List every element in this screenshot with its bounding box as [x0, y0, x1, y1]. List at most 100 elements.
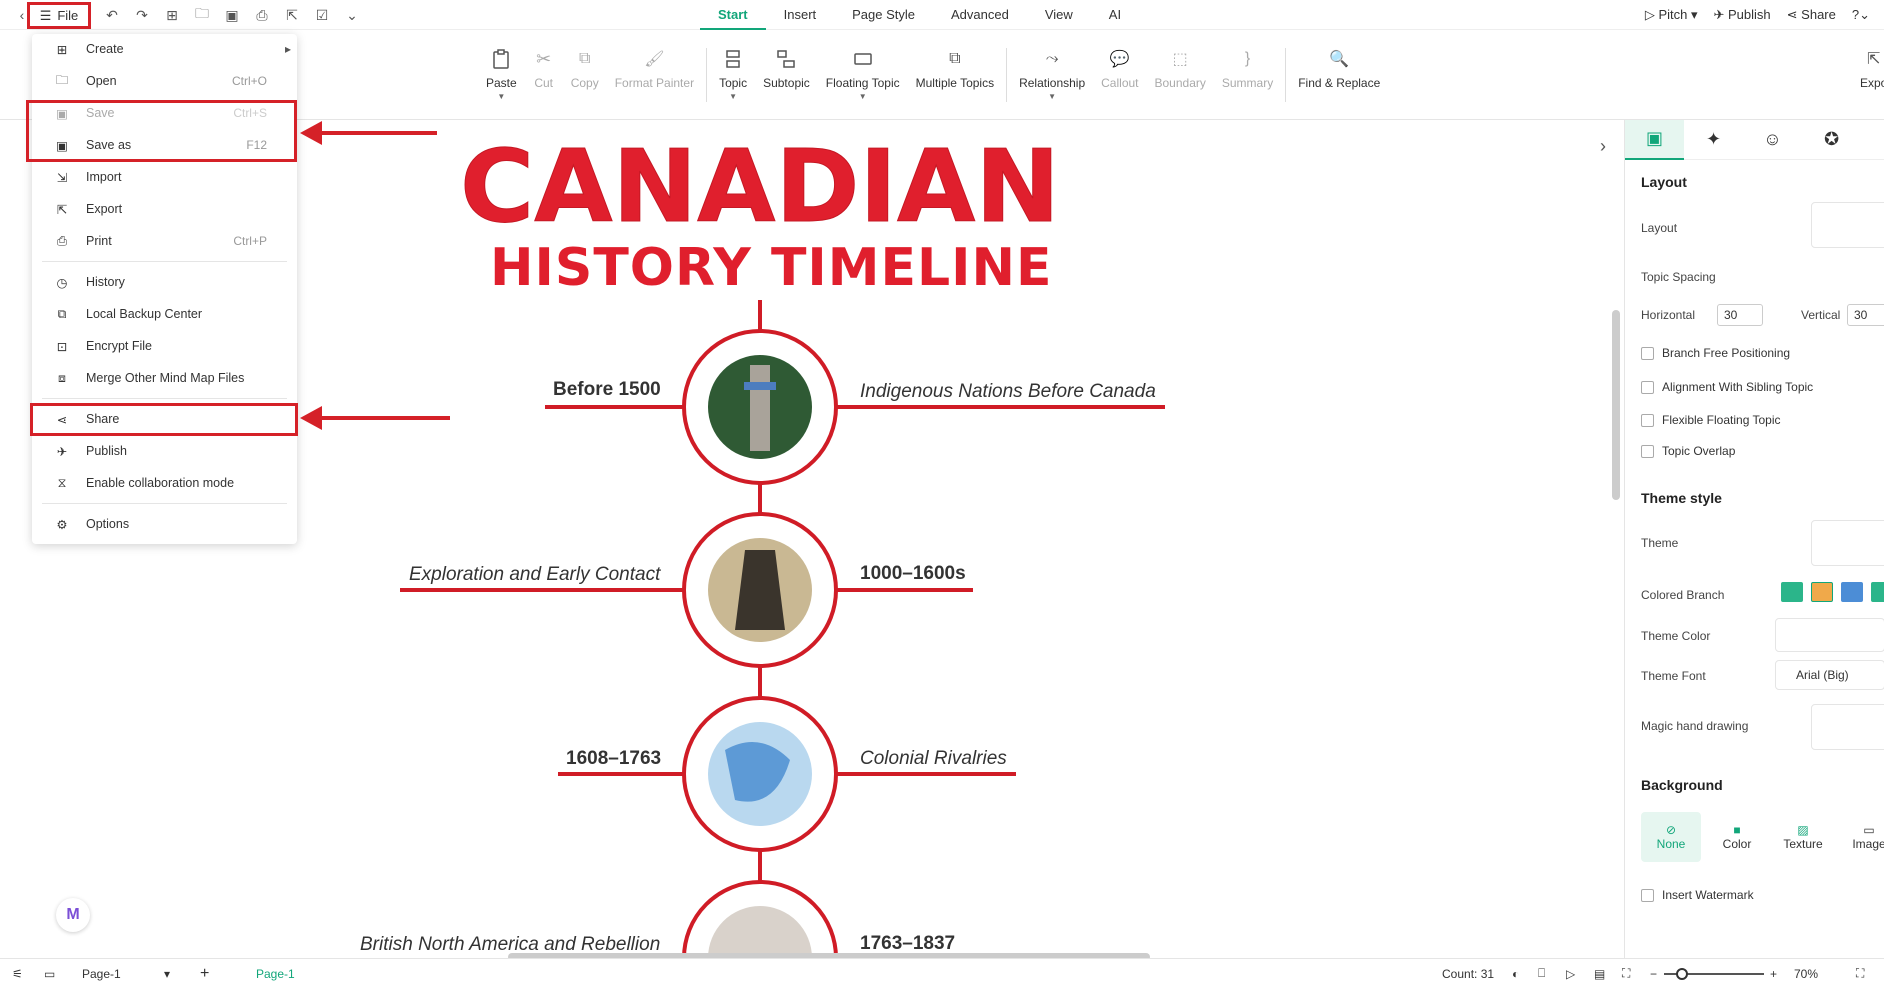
floating-topic-button[interactable]: Floating Topic ▼ — [818, 48, 908, 101]
open-folder-icon[interactable]: 🗀 — [190, 3, 214, 27]
menu-item-print[interactable]: ⎙ Print Ctrl+P — [32, 227, 297, 255]
print-icon: ⎙ — [56, 233, 67, 248]
menu-item-import[interactable]: ⇲ Import — [32, 163, 297, 191]
zoom-level[interactable]: 70% — [1794, 967, 1818, 981]
zoom-out-icon[interactable]: − — [1650, 967, 1657, 981]
redo-icon[interactable]: ↷ — [130, 3, 154, 27]
texture-icon: ▨ — [1797, 823, 1809, 837]
panel-toggle-icon[interactable]: ⚟ — [12, 967, 23, 981]
menu-item-export[interactable]: ⇱ Export — [32, 195, 297, 223]
branch-option[interactable] — [1781, 582, 1803, 602]
multiple-topics-button[interactable]: ⧉ Multiple Topics — [908, 48, 1002, 90]
timeline-topic-3[interactable]: Colonial Rivalries — [860, 748, 1007, 770]
theme-font-select[interactable]: Arial (Big) — [1775, 660, 1884, 690]
paste-button[interactable]: Paste ▼ — [478, 48, 525, 101]
find-replace-button[interactable]: 🔍 Find & Replace — [1290, 48, 1388, 90]
menu-item-encrypt[interactable]: ⊡ Encrypt File — [32, 332, 297, 360]
export-ribbon-button[interactable]: ⇱ Expo — [1852, 48, 1884, 90]
zoom-in-icon[interactable]: + — [1770, 967, 1777, 981]
page-tab-active[interactable]: Page-1 — [256, 967, 295, 981]
save-icon[interactable]: ▣ — [220, 3, 244, 27]
share-button[interactable]: ⋖ Share — [1787, 7, 1836, 23]
help-icon[interactable]: ?⌄ — [1852, 7, 1870, 23]
panel-tab-icon[interactable]: ☺ — [1743, 120, 1802, 160]
panel-expand-icon[interactable]: › — [1600, 136, 1606, 157]
branch-free-checkbox[interactable]: Branch Free Positioning — [1641, 346, 1790, 360]
cut-button[interactable]: ✂ Cut — [525, 48, 563, 91]
fit-icon[interactable]: ⛶ — [1622, 966, 1630, 981]
branch-option[interactable] — [1841, 582, 1863, 602]
book-icon[interactable]: ⎕ — [1538, 966, 1545, 981]
timeline-date-1[interactable]: Before 1500 — [553, 379, 661, 401]
undo-icon[interactable]: ↶ — [100, 3, 124, 27]
layout-selector[interactable] — [1811, 202, 1884, 248]
file-menu-button[interactable]: ☰ File — [27, 2, 91, 29]
copy-button[interactable]: ⧉ Copy — [563, 48, 607, 90]
panel-tab-theme[interactable]: ✪ — [1802, 120, 1861, 160]
subtopic-button[interactable]: Subtopic — [755, 48, 818, 90]
relationship-button[interactable]: ⤳ Relationship ▼ — [1011, 48, 1093, 101]
timeline-topic-1[interactable]: Indigenous Nations Before Canada — [860, 381, 1156, 403]
bg-color-button[interactable]: ■ Color — [1707, 812, 1767, 862]
bg-none-button[interactable]: ⊘ None — [1641, 812, 1701, 862]
menu-item-publish[interactable]: ✈ Publish — [32, 437, 297, 465]
pitch-button[interactable]: ▷ Pitch ▾ — [1645, 7, 1698, 23]
menu-item-merge[interactable]: ⧈ Merge Other Mind Map Files — [32, 364, 297, 392]
vertical-scrollbar[interactable] — [1612, 310, 1620, 500]
tab-insert[interactable]: Insert — [766, 0, 835, 30]
panel-tab-layout[interactable]: ▣ — [1625, 119, 1684, 160]
tab-page-style[interactable]: Page Style — [834, 0, 933, 30]
fullscreen-icon[interactable]: ⛶ — [1856, 966, 1864, 981]
flexible-floating-checkbox[interactable]: Flexible Floating Topic — [1641, 413, 1781, 427]
more-chevron-icon[interactable]: ⌄ — [340, 3, 364, 27]
tab-ai[interactable]: AI — [1091, 0, 1139, 30]
page-dropdown-chevron-icon[interactable]: ▾ — [164, 967, 170, 981]
bg-texture-button[interactable]: ▨ Texture — [1773, 812, 1833, 862]
vertical-spacing-input[interactable]: 30 — [1847, 304, 1884, 326]
check-icon[interactable]: ☑ — [310, 3, 334, 27]
align-sibling-checkbox[interactable]: Alignment With Sibling Topic — [1641, 380, 1813, 394]
theme-selector[interactable] — [1811, 520, 1884, 566]
timeline-topic-2[interactable]: Exploration and Early Contact — [409, 564, 660, 586]
menu-item-options[interactable]: ⚙ Options — [32, 510, 297, 538]
format-panel: ▣ ✦ ☺ ✪ Layout Layout Topic Spacing Hori… — [1624, 119, 1884, 958]
ai-assistant-icon[interactable]: M — [56, 898, 90, 932]
outline-icon[interactable]: ▤ — [1594, 967, 1605, 981]
horizontal-spacing-input[interactable]: 30 — [1717, 304, 1763, 326]
menu-item-backup[interactable]: ⧉ Local Backup Center — [32, 300, 297, 328]
theme-color-selector[interactable] — [1775, 618, 1884, 652]
format-painter-button[interactable]: 🖌 Format Painter — [607, 48, 702, 90]
publish-button[interactable]: ✈ Publish — [1714, 7, 1771, 23]
play-icon[interactable]: ▷ — [1566, 967, 1575, 981]
insert-watermark-checkbox[interactable]: Insert Watermark — [1641, 888, 1754, 902]
timeline-date-3[interactable]: 1608–1763 — [566, 748, 661, 770]
summary-button[interactable]: } Summary — [1214, 48, 1281, 90]
page-list-icon[interactable]: ▭ — [44, 967, 55, 981]
timeline-date-4[interactable]: 1763–1837 — [860, 933, 955, 955]
branch-option[interactable] — [1811, 582, 1833, 602]
print-icon[interactable]: ⎙ — [250, 3, 274, 27]
tab-view[interactable]: View — [1027, 0, 1091, 30]
new-icon[interactable]: ⊞ — [160, 3, 184, 27]
timeline-date-2[interactable]: 1000–1600s — [860, 563, 966, 585]
zoom-slider-thumb[interactable] — [1676, 968, 1688, 980]
theme-toggle-icon[interactable]: ◐ — [1512, 967, 1519, 981]
tab-advanced[interactable]: Advanced — [933, 0, 1027, 30]
topic-overlap-checkbox[interactable]: Topic Overlap — [1641, 444, 1735, 458]
menu-item-history[interactable]: ◷ History — [32, 268, 297, 296]
tab-start[interactable]: Start — [700, 0, 766, 30]
menu-item-create[interactable]: ⊞ Create ▸ — [32, 35, 297, 63]
panel-tab-ai[interactable]: ✦ — [1684, 120, 1743, 160]
branch-option[interactable] — [1871, 582, 1884, 602]
add-page-icon[interactable]: + — [200, 965, 209, 983]
magic-hand-selector[interactable] — [1811, 704, 1884, 750]
bg-image-button[interactable]: ▭ Image — [1839, 812, 1884, 862]
topic-button[interactable]: Topic ▼ — [711, 48, 755, 101]
boundary-button[interactable]: ⬚ Boundary — [1147, 48, 1214, 90]
callout-button[interactable]: 💬 Callout — [1093, 48, 1146, 90]
page-select[interactable]: Page-1 — [82, 967, 121, 981]
menu-item-open[interactable]: 🗀 Open Ctrl+O — [32, 67, 297, 95]
export-icon[interactable]: ⇱ — [280, 3, 304, 27]
menu-item-collaboration[interactable]: ⧖ Enable collaboration mode — [32, 469, 297, 497]
none-icon: ⊘ — [1665, 823, 1677, 837]
